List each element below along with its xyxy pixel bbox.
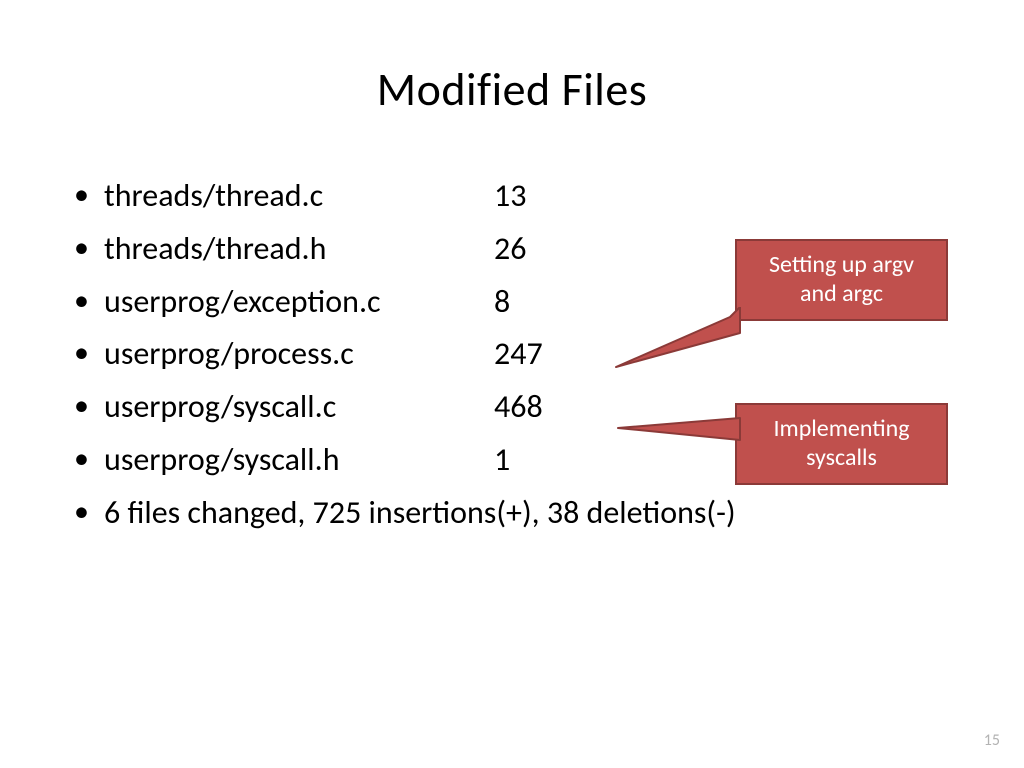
file-name: userprog/syscall.c — [104, 381, 494, 434]
list-item: userprog/process.c247 — [70, 328, 950, 381]
callout-arrow-icon — [612, 410, 752, 450]
callout-text: Implementing syscalls — [773, 414, 909, 472]
file-name: userprog/process.c — [104, 328, 494, 381]
callout-text: Setting up argv and argc — [769, 250, 914, 308]
file-count: 8 — [494, 276, 510, 329]
callout-argv: Setting up argv and argc — [735, 239, 948, 321]
callout-syscalls: Implementing syscalls — [735, 403, 948, 485]
slide: Modified Files threads/thread.c13 thread… — [0, 0, 1024, 768]
file-name: userprog/exception.c — [104, 276, 494, 329]
file-count: 247 — [494, 328, 543, 381]
file-name: threads/thread.c — [104, 170, 494, 223]
list-item: threads/thread.c13 — [70, 170, 950, 223]
file-count: 468 — [494, 381, 543, 434]
file-count: 26 — [494, 223, 526, 276]
page-number: 15 — [984, 731, 1000, 750]
callout-arrow-icon — [610, 307, 750, 377]
summary-text: 6 files changed, 725 insertions(+), 38 d… — [104, 493, 736, 532]
file-count: 1 — [494, 434, 510, 487]
slide-title: Modified Files — [0, 0, 1024, 118]
file-name: userprog/syscall.h — [104, 434, 494, 487]
list-item: 6 files changed, 725 insertions(+), 38 d… — [70, 487, 950, 540]
file-count: 13 — [494, 170, 526, 223]
file-name: threads/thread.h — [104, 223, 494, 276]
